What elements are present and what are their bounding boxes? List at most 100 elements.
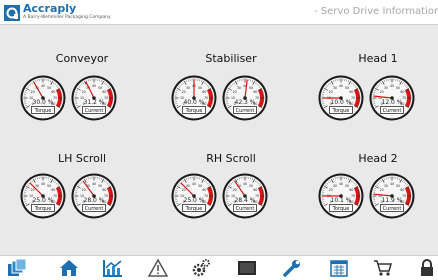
gauge-value: 40.0 % [183, 99, 205, 106]
gauge-tick-label: 60 [253, 188, 257, 192]
gauge-tick-label: 40 [339, 182, 343, 186]
gauge-tick-label: 30 [186, 86, 190, 90]
gauge-value: 11.9 % [381, 197, 403, 204]
settings-gears-icon [192, 259, 210, 277]
cart-icon [374, 260, 392, 276]
lock-icon [421, 259, 433, 276]
gauge-label: Torque [31, 106, 55, 114]
gauge-tick-label: 60 [51, 188, 55, 192]
gauge-tick-label: 30 [333, 184, 337, 188]
nav-alarms-button[interactable] [147, 258, 169, 278]
gauge-tick-label: 30 [333, 86, 337, 90]
gauge-tick-label: 40 [41, 84, 45, 88]
gauge-tick-label: 20 [233, 188, 237, 192]
gauge-tick-label: 40 [390, 182, 394, 186]
gauge-value: 28.0 % [83, 197, 105, 204]
gauge-conveyor-current: 0 10 20 30 40 50 60 70 80 31.2 % Current [70, 73, 118, 121]
gauge-tick-label: 20 [31, 188, 35, 192]
gauge-tick-label: 40 [92, 182, 96, 186]
header-bar: Accraply A Barry-Wehmiller Packaging Com… [0, 0, 438, 24]
gauge-tick-label: 60 [102, 90, 106, 94]
gauge-value: 28.4 % [234, 197, 256, 204]
gauge-head-1-current: 0 10 20 30 40 50 60 70 80 12.0 % Current [368, 73, 416, 121]
nav-maintenance-button[interactable] [281, 258, 303, 278]
gauge-tick-label: 60 [202, 188, 206, 192]
gauge-tick-label: 30 [384, 86, 388, 90]
nav-settings-button[interactable] [190, 258, 212, 278]
gauge-tick-label: 30 [237, 86, 241, 90]
gauge-rh-scroll-torque: 0 10 20 30 40 50 60 70 80 25.0 % Torque [170, 171, 218, 219]
alarm-warning-icon [147, 258, 169, 277]
station-title-conveyor: Conveyor [55, 52, 109, 65]
gauge-tick-label: 40 [390, 84, 394, 88]
gauge-value: 25.0 % [32, 197, 54, 204]
gauge-tick-label: 20 [182, 90, 186, 94]
gauge-tick-label: 40 [92, 84, 96, 88]
maintenance-wrench-icon [283, 260, 300, 277]
station-title-head-2: Head 2 [358, 152, 398, 165]
gauge-head-1-torque: 01020304050607080 10.0 % Torque [317, 73, 365, 121]
gauge-tick-label: 60 [400, 90, 404, 94]
gauge-tick-label: 40 [192, 182, 196, 186]
gauge-value: 10.1 % [330, 197, 352, 204]
home-icon [60, 260, 78, 276]
nav-trend-button[interactable] [102, 258, 124, 278]
accraply-logo-icon [4, 5, 20, 21]
gauge-tick-label: 60 [202, 90, 206, 94]
station-title-lh-scroll: LH Scroll [57, 152, 107, 165]
nav-production-button[interactable] [328, 258, 350, 278]
nav-lock-button[interactable] [416, 258, 438, 278]
gauge-tick-label: 40 [339, 84, 343, 88]
gauge-tick-label: 60 [253, 90, 257, 94]
logo-tagline: A Barry-Wehmiller Packaging Company [23, 15, 111, 20]
nav-screens-button[interactable] [6, 258, 28, 278]
screens-icon [8, 258, 27, 276]
gauge-tick-label: 30 [186, 184, 190, 188]
gauge-tick-label: 60 [102, 188, 106, 192]
gauge-tick-label: 20 [329, 90, 333, 94]
servo-panel: Conveyor Stabiliser Head 1 LH Scroll RH … [0, 24, 438, 256]
bottom-nav [0, 256, 438, 280]
gauge-label: Current [380, 204, 404, 212]
nav-cart-button[interactable] [372, 258, 394, 278]
gauge-tick-label: 60 [51, 90, 55, 94]
gauge-tick-label: 20 [380, 188, 384, 192]
gauge-stabiliser-torque: 01020304050607080 40.0 % Torque [170, 73, 218, 121]
gauge-label: Torque [182, 204, 206, 212]
gauge-tick-label: 30 [384, 184, 388, 188]
gauge-tick-label: 20 [233, 90, 237, 94]
gauge-label: Torque [31, 204, 55, 212]
gauge-value: 30.0 % [32, 99, 54, 106]
gauge-conveyor-torque: 01020304050607080 30.0 % Torque [19, 73, 67, 121]
gauge-tick-label: 40 [243, 182, 247, 186]
gauge-tick-label: 20 [380, 90, 384, 94]
station-title-stabiliser: Stabiliser [205, 52, 257, 65]
logo-name: Accraply [23, 2, 77, 15]
gauge-head-2-torque: 01020304050607080 10.1 % Torque [317, 171, 365, 219]
gauge-stabiliser-current: 0 10 20 30 40 50 60 70 80 42.3 % Current [221, 73, 269, 121]
gauge-tick-label: 60 [349, 188, 353, 192]
gauge-label: Torque [329, 204, 353, 212]
gauge-tick-label: 60 [400, 188, 404, 192]
gauge-label: Current [82, 106, 106, 114]
gauge-label: Current [380, 106, 404, 114]
gauge-value: 42.3 % [234, 99, 256, 106]
gauge-rh-scroll-current: 0 10 20 30 40 50 60 70 80 28.4 % Current [221, 171, 269, 219]
gauge-label: Current [82, 204, 106, 212]
trend-chart-icon [103, 260, 122, 277]
gauge-tick-label: 30 [35, 184, 39, 188]
gauge-tick-label: 20 [182, 188, 186, 192]
gauge-value: 10.0 % [330, 99, 352, 106]
gauge-tick-label: 20 [82, 188, 86, 192]
gauge-lh-scroll-current: 0 10 20 30 40 50 60 70 80 28.0 % Current [70, 171, 118, 219]
gauge-tick-label: 40 [41, 182, 45, 186]
page-title: - Servo Drive Information [314, 6, 438, 17]
gauge-label: Torque [182, 106, 206, 114]
gauge-tick-label: 20 [82, 90, 86, 94]
gauge-tick-label: 20 [31, 90, 35, 94]
station-title-head-1: Head 1 [358, 52, 398, 65]
gauge-tick-label: 60 [349, 90, 353, 94]
display-panel-icon [238, 261, 256, 275]
nav-home-button[interactable] [58, 258, 80, 278]
nav-display-button[interactable] [236, 258, 258, 278]
